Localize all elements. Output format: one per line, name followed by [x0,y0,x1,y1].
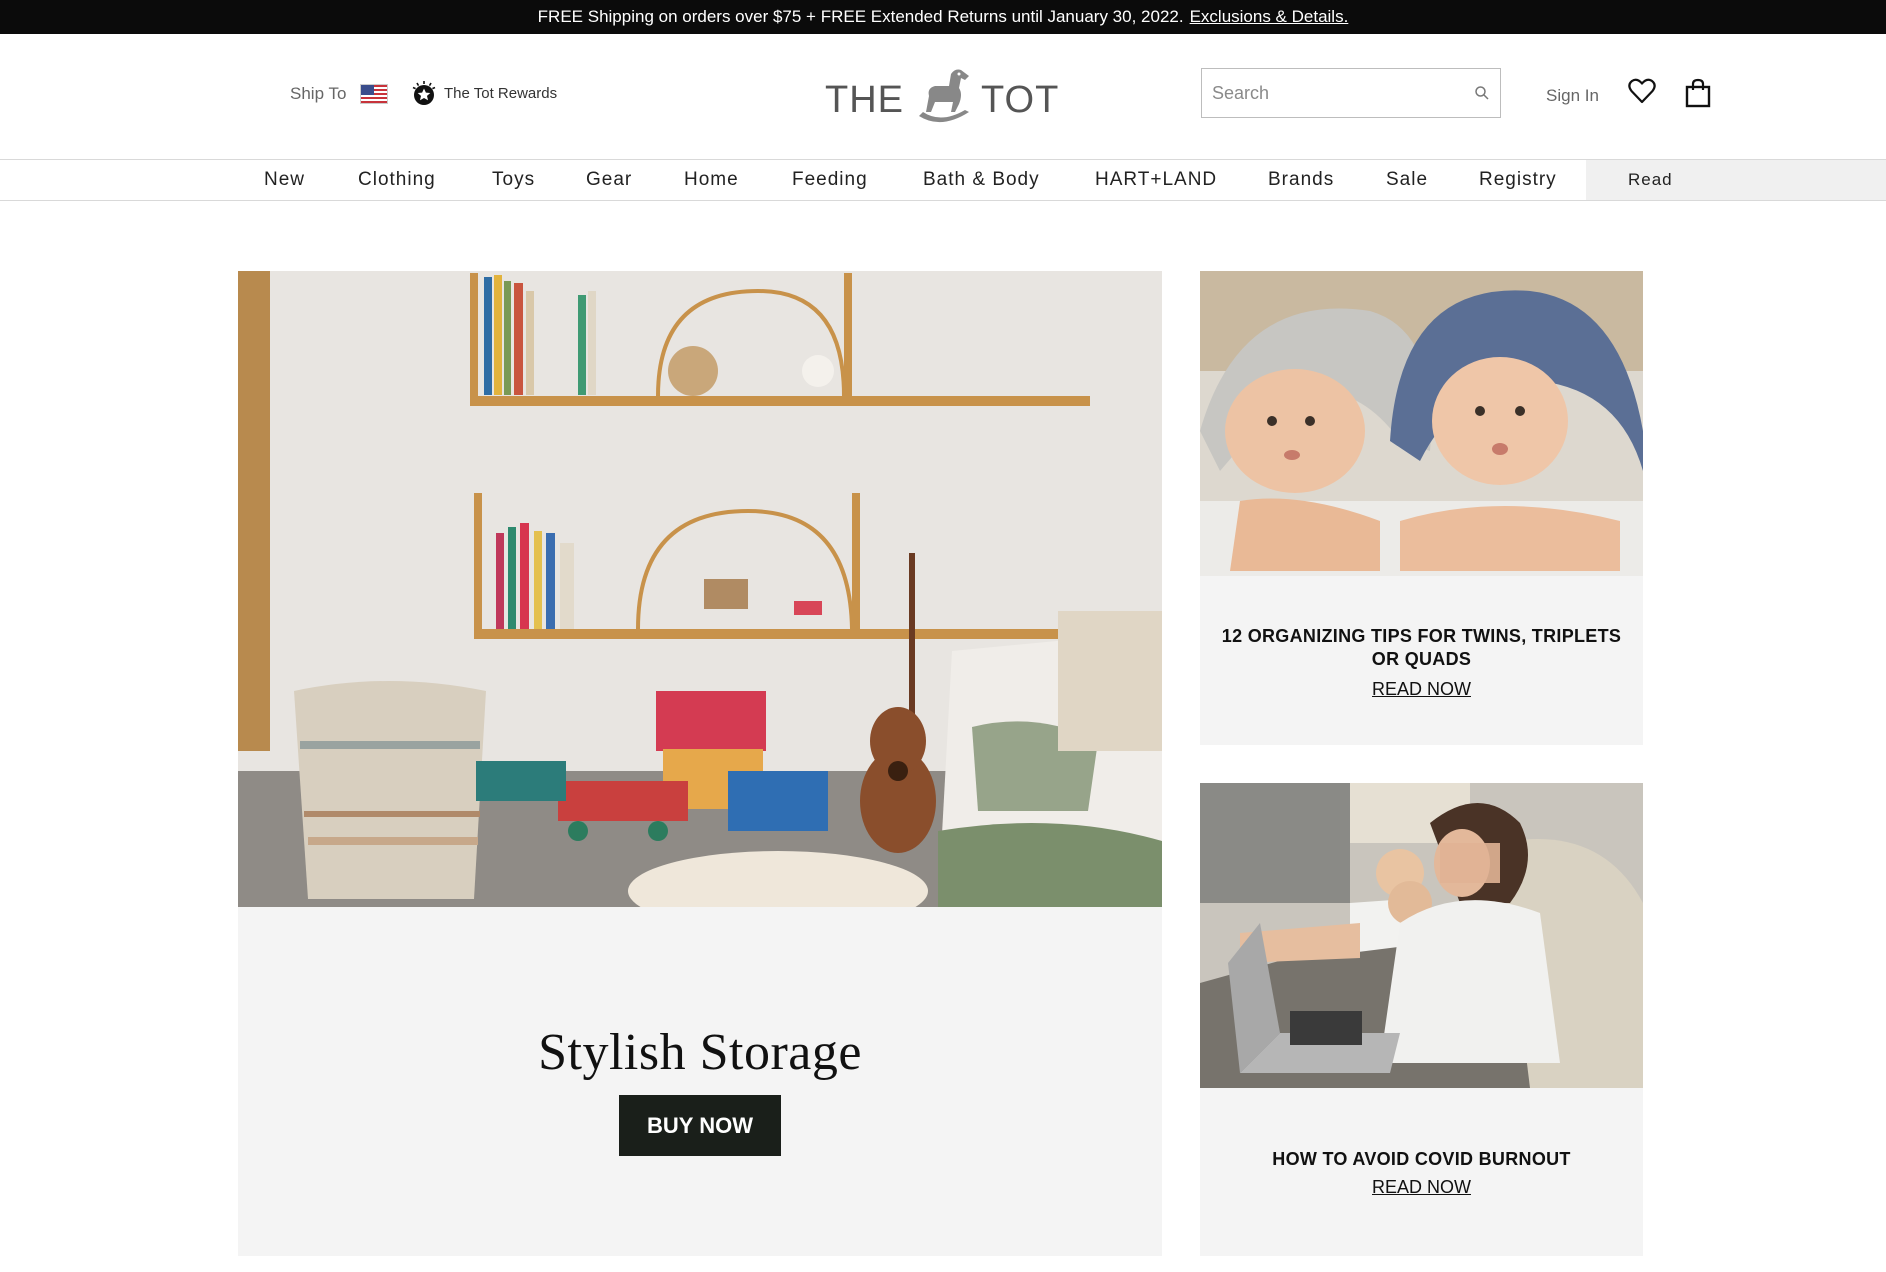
nav-item-feeding[interactable]: Feeding [792,160,868,200]
article-read-now-link-twins[interactable]: READ NOW [1200,679,1643,700]
buy-now-button[interactable]: BUY NOW [619,1095,781,1156]
nav-item-read[interactable]: Read [1586,160,1886,200]
article-image-twin-babies[interactable] [1200,271,1643,576]
article-image-tired-parent[interactable] [1200,783,1643,1088]
ship-to-label: Ship To [290,84,347,103]
article-title-covid-burnout: HOW TO AVOID COVID BURNOUT [1272,1149,1571,1169]
nav-item-bath-body[interactable]: Bath & Body [923,160,1040,200]
site-logo[interactable]: THE TOT [823,60,1059,130]
rewards-label: The Tot Rewards [444,84,558,102]
nav-item-hart-land[interactable]: HART+LAND [1095,160,1217,200]
hero-image-nursery-shelves[interactable] [238,271,1162,907]
promo-bar: FREE Shipping on orders over $75 + FREE … [0,0,1886,34]
shopping-bag-icon[interactable] [1684,78,1712,108]
search-input[interactable] [1212,82,1474,104]
sign-in-link[interactable]: Sign In [1546,86,1599,106]
nav-item-brands[interactable]: Brands [1268,160,1334,200]
tot-rewards-link[interactable]: The Tot Rewards [412,80,557,106]
ship-to-selector[interactable]: Ship To [290,84,389,104]
hero-promo-card: Stylish Storage BUY NOW [238,271,1162,1256]
nav-item-new[interactable]: New [264,160,305,200]
rocking-horse-icon [919,69,969,123]
hero-title: Stylish Storage [538,1024,862,1081]
heart-icon[interactable] [1628,78,1656,104]
promo-text: FREE Shipping on orders over $75 + FREE … [537,7,1184,26]
rewards-star-icon [412,81,436,105]
nav-item-home[interactable]: Home [684,160,739,200]
site-header: Ship To The Tot Rewards THE TOT Search S… [0,34,1886,159]
us-flag-icon [360,84,389,104]
nav-item-gear[interactable]: Gear [586,160,632,200]
article-card-covid-burnout: HOW TO AVOID COVID BURNOUT READ NOW [1200,783,1643,1256]
article-card-twins: 12 ORGANIZING TIPS FOR TWINS, TRIPLETS O… [1200,271,1643,745]
search-box [1201,68,1501,118]
logo-text-left: THE [825,79,904,121]
main-navigation: New Clothing Toys Gear Home Feeding Bath… [0,159,1886,201]
nav-item-sale[interactable]: Sale [1386,160,1428,200]
logo-text-right: TOT [981,79,1059,121]
nav-item-clothing[interactable]: Clothing [358,160,436,200]
article-title-twins: 12 ORGANIZING TIPS FOR TWINS, TRIPLETS O… [1221,626,1622,669]
promo-exclusions-link[interactable]: Exclusions & Details. [1190,7,1349,27]
search-icon[interactable] [1474,85,1490,101]
nav-item-registry[interactable]: Registry [1479,160,1557,200]
article-read-now-link-covid[interactable]: READ NOW [1200,1177,1643,1198]
nav-item-toys[interactable]: Toys [492,160,535,200]
